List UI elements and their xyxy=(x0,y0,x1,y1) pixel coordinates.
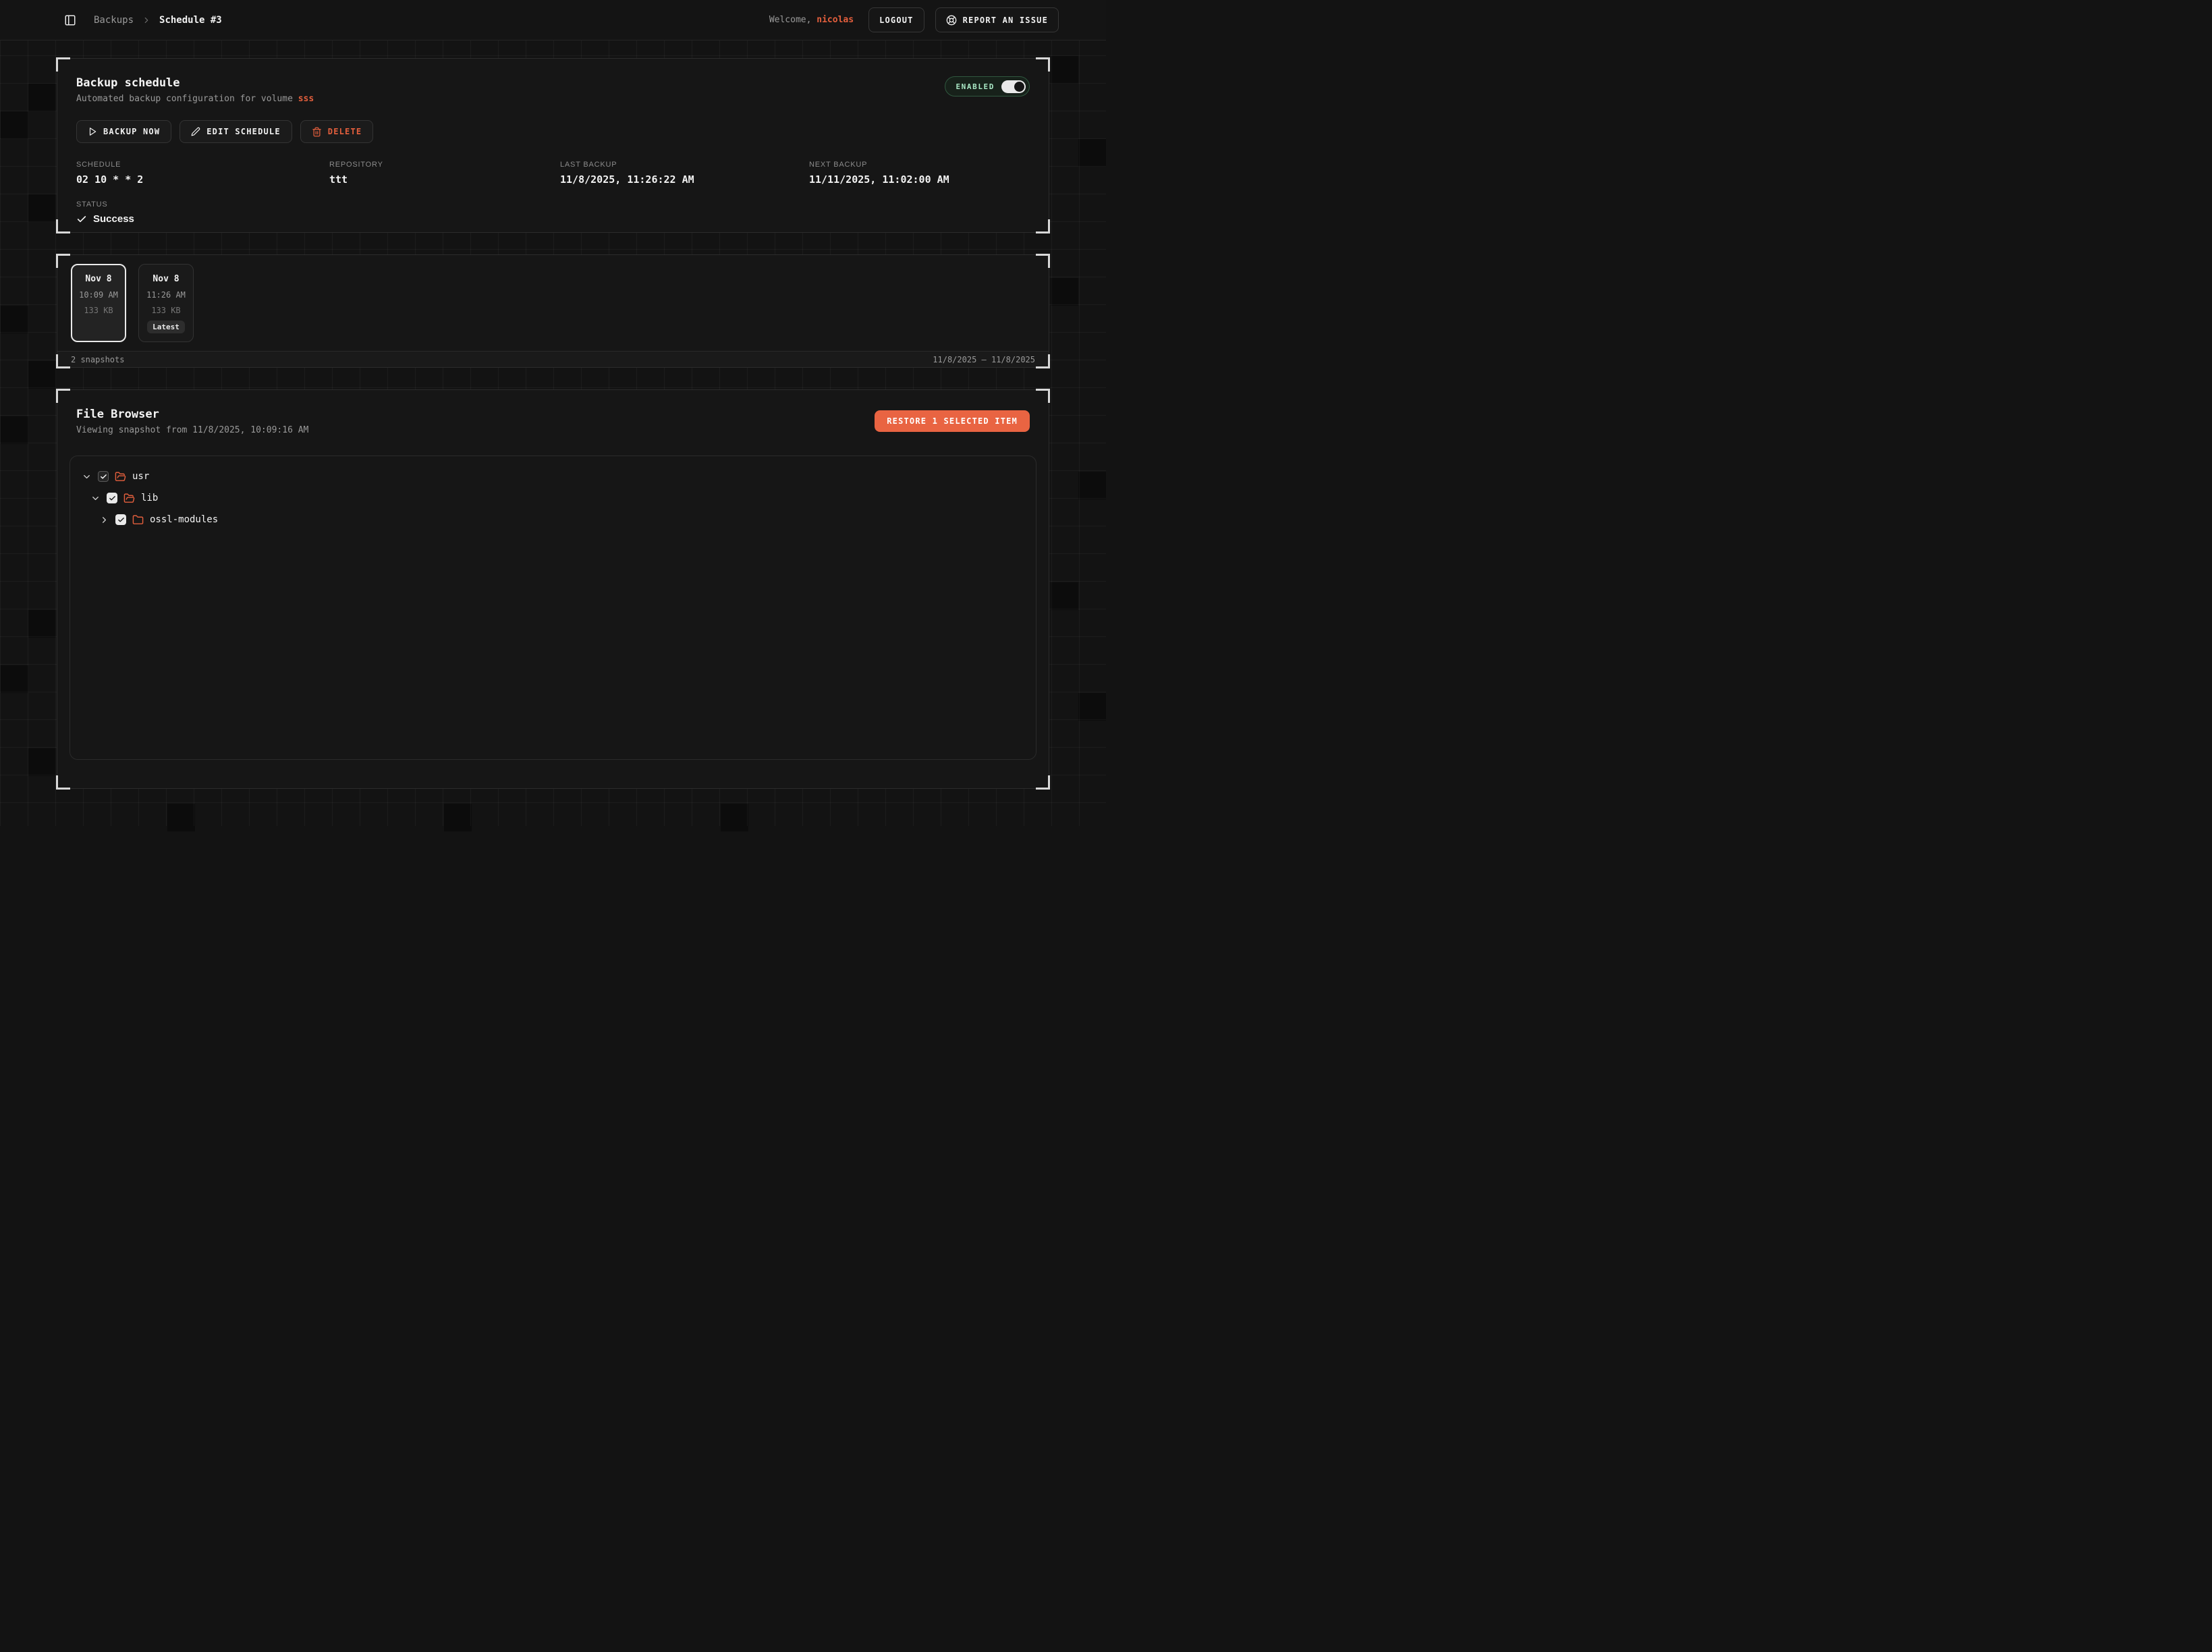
tree-item-label: lib xyxy=(141,493,158,503)
enabled-label: ENABLED xyxy=(956,82,995,91)
field-label: LAST BACKUP xyxy=(560,161,809,169)
play-icon xyxy=(88,127,97,136)
backup-now-button[interactable]: BACKUP NOW xyxy=(76,120,171,143)
breadcrumb-backups-link[interactable]: Backups xyxy=(94,15,134,26)
field-label: REPOSITORY xyxy=(329,161,560,169)
sidebar-toggle-button[interactable] xyxy=(64,14,76,26)
toggle-switch[interactable] xyxy=(1001,80,1026,93)
file-tree: usr lib xyxy=(70,456,1036,760)
tree-item-usr[interactable]: usr xyxy=(70,466,1036,487)
main-content: Backup schedule Automated backup configu… xyxy=(0,58,1106,789)
snapshot-size: 133 KB xyxy=(139,306,193,315)
checkbox-lib[interactable] xyxy=(107,493,117,503)
restore-selected-button[interactable]: RESTORE 1 SELECTED ITEM xyxy=(875,410,1030,432)
backup-schedule-panel: Backup schedule Automated backup configu… xyxy=(57,58,1049,233)
corner-bracket xyxy=(1036,219,1050,233)
field-value: 11/11/2025, 11:02:00 AM xyxy=(809,173,1030,186)
chevron-down-icon[interactable] xyxy=(82,472,92,482)
tree-item-label: usr xyxy=(132,471,149,482)
snapshot-strip: Nov 8 10:09 AM 133 KB Nov 8 11:26 AM 133… xyxy=(57,255,1049,351)
field-schedule: SCHEDULE 02 10 * * 2 xyxy=(76,161,329,186)
file-browser-subtitle: Viewing snapshot from 11/8/2025, 10:09:1… xyxy=(76,425,308,435)
status-value: Success xyxy=(93,213,134,225)
snapshot-card[interactable]: Nov 8 11:26 AM 133 KB Latest xyxy=(138,264,194,342)
welcome-prefix: Welcome, xyxy=(769,15,812,25)
report-issue-button[interactable]: REPORT AN ISSUE xyxy=(935,7,1059,32)
grid-shade xyxy=(167,804,195,831)
toggle-knob xyxy=(1014,82,1024,92)
delete-label: DELETE xyxy=(328,127,362,136)
subtitle-prefix: Automated backup configuration for volum… xyxy=(76,94,293,104)
welcome-text: Welcome, nicolas xyxy=(769,15,854,25)
tree-item-lib[interactable]: lib xyxy=(70,487,1036,509)
panel-left-icon xyxy=(64,14,76,26)
enabled-toggle[interactable]: ENABLED xyxy=(945,76,1030,97)
latest-badge: Latest xyxy=(147,321,185,333)
field-last-backup: LAST BACKUP 11/8/2025, 11:26:22 AM xyxy=(560,161,809,186)
pencil-icon xyxy=(191,127,200,136)
snapshot-date-range: 11/8/2025 – 11/8/2025 xyxy=(933,355,1035,364)
field-status: STATUS Success xyxy=(76,200,1030,225)
edit-schedule-label: EDIT SCHEDULE xyxy=(206,127,281,136)
field-next-backup: NEXT BACKUP 11/11/2025, 11:02:00 AM xyxy=(809,161,1030,186)
field-value: ttt xyxy=(329,173,560,186)
corner-bracket xyxy=(1036,57,1050,72)
snapshots-panel: Nov 8 10:09 AM 133 KB Nov 8 11:26 AM 133… xyxy=(57,254,1049,368)
tree-item-label: ossl-modules xyxy=(150,514,218,525)
folder-open-icon xyxy=(115,471,126,483)
volume-name: sss xyxy=(298,94,314,104)
file-browser-panel: File Browser Viewing snapshot from 11/8/… xyxy=(57,389,1049,789)
folder-open-icon xyxy=(123,493,135,504)
folder-icon xyxy=(132,514,144,526)
snapshots-footer: 2 snapshots 11/8/2025 – 11/8/2025 xyxy=(57,351,1049,367)
checkbox-ossl-modules[interactable] xyxy=(115,514,126,525)
checkbox-usr[interactable] xyxy=(98,471,109,482)
corner-bracket xyxy=(1036,775,1050,790)
snapshot-date: Nov 8 xyxy=(72,274,125,284)
chevron-right-icon xyxy=(142,16,151,25)
field-repository: REPOSITORY ttt xyxy=(329,161,560,186)
edit-schedule-button[interactable]: EDIT SCHEDULE xyxy=(179,120,292,143)
snapshot-time: 11:26 AM xyxy=(139,290,193,300)
backup-now-label: BACKUP NOW xyxy=(103,127,160,136)
snapshot-date: Nov 8 xyxy=(139,274,193,284)
tree-item-ossl-modules[interactable]: ossl-modules xyxy=(70,509,1036,530)
chevron-right-icon[interactable] xyxy=(99,515,109,525)
field-label: SCHEDULE xyxy=(76,161,329,169)
panel-subtitle: Automated backup configuration for volum… xyxy=(76,94,314,104)
panel-title: Backup schedule xyxy=(76,76,314,90)
field-label: STATUS xyxy=(76,200,1030,209)
grid-shade xyxy=(721,804,748,831)
field-label: NEXT BACKUP xyxy=(809,161,1030,169)
snapshot-time: 10:09 AM xyxy=(72,290,125,300)
delete-button[interactable]: DELETE xyxy=(300,120,374,143)
trash-icon xyxy=(312,127,322,137)
corner-bracket xyxy=(56,775,70,790)
report-issue-label: REPORT AN ISSUE xyxy=(963,16,1048,25)
corner-bracket xyxy=(56,219,70,233)
check-icon xyxy=(76,214,87,225)
snapshot-card-selected[interactable]: Nov 8 10:09 AM 133 KB xyxy=(71,264,126,342)
snapshot-size: 133 KB xyxy=(72,306,125,315)
username: nicolas xyxy=(817,15,854,25)
breadcrumb-current-page: Schedule #3 xyxy=(159,15,222,26)
page: Backups Schedule #3 Welcome, nicolas LOG… xyxy=(0,0,1106,826)
breadcrumb: Backups Schedule #3 xyxy=(94,15,222,26)
top-bar: Backups Schedule #3 Welcome, nicolas LOG… xyxy=(0,0,1106,40)
chevron-down-icon[interactable] xyxy=(90,493,101,503)
grid-shade xyxy=(444,804,472,831)
field-value: 11/8/2025, 11:26:22 AM xyxy=(560,173,809,186)
file-browser-title: File Browser xyxy=(76,408,308,421)
lifebuoy-icon xyxy=(946,15,957,26)
snapshot-count: 2 snapshots xyxy=(71,355,124,364)
corner-bracket xyxy=(56,57,70,72)
logout-button[interactable]: LOGOUT xyxy=(868,7,924,32)
field-value: 02 10 * * 2 xyxy=(76,173,329,186)
